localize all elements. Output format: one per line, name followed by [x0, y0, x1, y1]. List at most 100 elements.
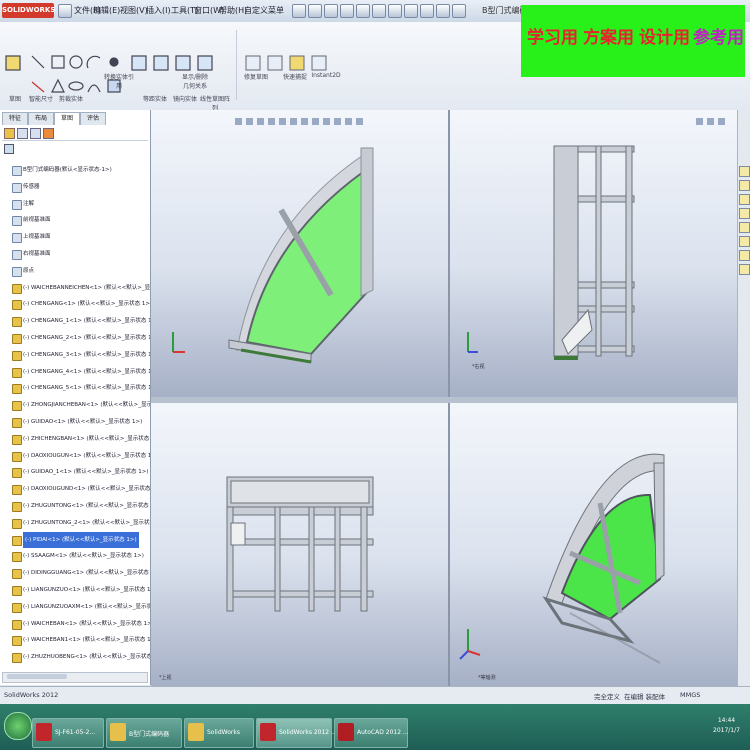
tree-item-component[interactable]: (-) DAOXIOUGUND<1> (默认<<默认>_显示状态 1>): [0, 481, 150, 497]
menu-view[interactable]: 视图(V): [120, 5, 148, 16]
tab-layout[interactable]: 布局: [28, 112, 54, 125]
custom-properties-icon[interactable]: [739, 236, 750, 247]
tree-item-component[interactable]: (-) LIANGUNZUO<1> (默认<<默认>_显示状态 1>): [0, 582, 150, 598]
tree-item-feature[interactable]: B型门式编码器(默认<显示状态-1>): [0, 162, 150, 178]
new-file-icon[interactable]: [58, 4, 72, 18]
tree-item-component[interactable]: (-) CHENGANG_4<1> (默认<<默认>_显示状态 1>): [0, 364, 150, 380]
tree-item-feature[interactable]: 传感器: [0, 179, 150, 195]
filter-icon[interactable]: [4, 144, 14, 154]
menu-edit[interactable]: 编辑(E): [93, 5, 120, 16]
solidworks-search-icon[interactable]: [739, 264, 750, 275]
tree-item-component[interactable]: (-) ZHUGUNTONG_2<1> (默认<<默认>_显示状态 1>): [0, 515, 150, 531]
file-props-icon[interactable]: [420, 4, 434, 18]
horizontal-scrollbar[interactable]: [2, 672, 148, 683]
linear-pattern-icon[interactable]: [197, 55, 213, 71]
tree-item-component[interactable]: (-) DIDINGGUANG<1> (默认<<默认>_显示状态 1>): [0, 565, 150, 581]
tree-item-component[interactable]: (-) CHENGANG_2<1> (默认<<默认>_显示状态 1>): [0, 330, 150, 346]
display-manager-icon[interactable]: [43, 128, 54, 139]
task-item-active[interactable]: SolidWorks 2012 ...: [256, 718, 337, 748]
repair-sketch-icon[interactable]: [267, 55, 283, 71]
polygon-icon[interactable]: [51, 78, 65, 93]
relations-icon[interactable]: [245, 55, 261, 71]
status-units[interactable]: MMGS: [680, 691, 700, 699]
tree-item-component[interactable]: (-) WAICHEBANNEICHEN<1> (默认<<默认>_显示状态 1>…: [0, 280, 150, 296]
tree-item-component[interactable]: (-) CHENGANG<1> (默认<<默认>_显示状态 1>): [0, 296, 150, 312]
options-icon[interactable]: [404, 4, 418, 18]
tree-item-feature[interactable]: 注解: [0, 196, 150, 212]
viewport-splitter-horizontal[interactable]: [151, 397, 737, 403]
system-clock[interactable]: 14:44 2017/1/7: [713, 716, 740, 736]
scrollbar-thumb[interactable]: [7, 674, 67, 679]
settings-icon[interactable]: [436, 4, 450, 18]
help-icon[interactable]: [452, 4, 466, 18]
rectangle-icon[interactable]: [51, 55, 65, 69]
spline-icon[interactable]: [87, 84, 101, 93]
tree-item-component[interactable]: (-) ZHUGUNTONG<1> (默认<<默认>_显示状态 1>): [0, 498, 150, 514]
arc-icon[interactable]: [86, 55, 101, 69]
undo-icon[interactable]: [340, 4, 354, 18]
resources-icon[interactable]: [739, 166, 750, 177]
redo-icon[interactable]: [356, 4, 370, 18]
tab-features[interactable]: 特征: [2, 112, 28, 125]
tree-item-component[interactable]: (-) CHENGANG_3<1> (默认<<默认>_显示状态 1>): [0, 347, 150, 363]
print-icon[interactable]: [324, 4, 338, 18]
viewport-front[interactable]: [151, 110, 448, 397]
feature-tree-icon[interactable]: [4, 128, 15, 139]
tree-item-component[interactable]: (-) CHENGANG_5<1> (默认<<默认>_显示状态 1>): [0, 380, 150, 396]
rebuild-icon[interactable]: [388, 4, 402, 18]
offset-entities-icon[interactable]: [153, 55, 169, 71]
tree-item-component[interactable]: (-) GUIDAO_1<1> (默认<<默认>_显示状态 1>): [0, 464, 150, 480]
task-item[interactable]: SolidWorks: [184, 718, 254, 748]
line-icon[interactable]: [31, 55, 45, 69]
save-icon[interactable]: [308, 4, 322, 18]
tree-item-component[interactable]: (-) WAICHEBAN1<1> (默认<<默认>_显示状态 1>): [0, 632, 150, 648]
menu-custom[interactable]: 自定义菜单: [244, 5, 284, 16]
quick-snaps-icon[interactable]: [289, 55, 305, 71]
circle-icon[interactable]: [69, 55, 83, 69]
tree-item-component[interactable]: (-) CHENGANG_1<1> (默认<<默认>_显示状态 1>): [0, 313, 150, 329]
config-manager-icon[interactable]: [30, 128, 41, 139]
open-icon[interactable]: [292, 4, 306, 18]
tree-item-component[interactable]: (-) LIANGUNZUOAXM<1> (默认<<默认>_显示状态 1>): [0, 599, 150, 615]
appearances-icon[interactable]: [739, 222, 750, 233]
viewport-isometric[interactable]: *等轴测: [450, 403, 737, 686]
task-item[interactable]: B型门式编码器: [106, 718, 182, 748]
point-icon[interactable]: [109, 57, 119, 67]
mirror-entities-icon[interactable]: [175, 55, 191, 71]
design-library-icon[interactable]: [739, 180, 750, 191]
tree-item-component[interactable]: (-) WAICHEBAN<1> (默认<<默认>_显示状态 1>): [0, 616, 150, 632]
trim-icon[interactable]: [31, 81, 45, 93]
task-item[interactable]: AutoCAD 2012 ...: [334, 718, 409, 748]
tree-item-component[interactable]: (-) ZHUZHUOBENG<1> (默认<<默认>_显示状态 1>): [0, 649, 150, 665]
tree-item-component[interactable]: (-) SSAAGM<1> (默认<<默认>_显示状态 1>): [0, 548, 150, 564]
tree-item-component[interactable]: (-) GUIDAO<1> (默认<<默认>_显示状态 1>): [0, 414, 150, 430]
property-manager-icon[interactable]: [17, 128, 28, 139]
tree-item-feature[interactable]: 右视基准面: [0, 246, 150, 262]
viewport-right[interactable]: *右视: [450, 110, 737, 397]
ellipse-icon[interactable]: [68, 81, 84, 91]
tree-item-component[interactable]: (-) PIDAI<1> (默认<<默认>_显示状态 1>): [0, 531, 150, 548]
feature-icon: [12, 199, 22, 210]
tree-item-component[interactable]: (-) ZHONGJIANCHEBAN<1> (默认<<默认>_显示状态 1>): [0, 397, 150, 413]
tree-item-feature[interactable]: 前视基准面: [0, 212, 150, 228]
heads-up-toolbar[interactable]: [235, 118, 363, 125]
tab-sketch[interactable]: 草图: [54, 112, 80, 125]
sketch-icon[interactable]: [5, 55, 21, 71]
view-palette-icon[interactable]: [739, 208, 750, 219]
task-item[interactable]: SJ-F61-05-2...: [32, 718, 104, 748]
tree-item-feature[interactable]: 原点: [0, 263, 150, 279]
convert-entities-icon[interactable]: [131, 55, 147, 71]
tree-item-component[interactable]: (-) ZHICHENGBAN<1> (默认<<默认>_显示状态 1>): [0, 431, 150, 447]
select-icon[interactable]: [372, 4, 386, 18]
menu-insert[interactable]: 插入(I): [146, 5, 171, 16]
instant2d-icon[interactable]: [311, 55, 327, 71]
tab-evaluate[interactable]: 评估: [80, 112, 106, 125]
tree-item-label: (-) ZHUGUNTONG_2<1> (默认<<默认>_显示状态 1>): [23, 519, 150, 526]
file-explorer-icon[interactable]: [739, 194, 750, 205]
tree-item-feature[interactable]: 上视基准面: [0, 229, 150, 245]
tree-item-component[interactable]: (-) DAOXIOUGUN<1> (默认<<默认>_显示状态 1>): [0, 448, 150, 464]
view-buttons[interactable]: [696, 118, 725, 125]
start-button[interactable]: [4, 712, 32, 740]
forum-icon[interactable]: [739, 250, 750, 261]
viewport-top[interactable]: *上视: [151, 403, 448, 686]
